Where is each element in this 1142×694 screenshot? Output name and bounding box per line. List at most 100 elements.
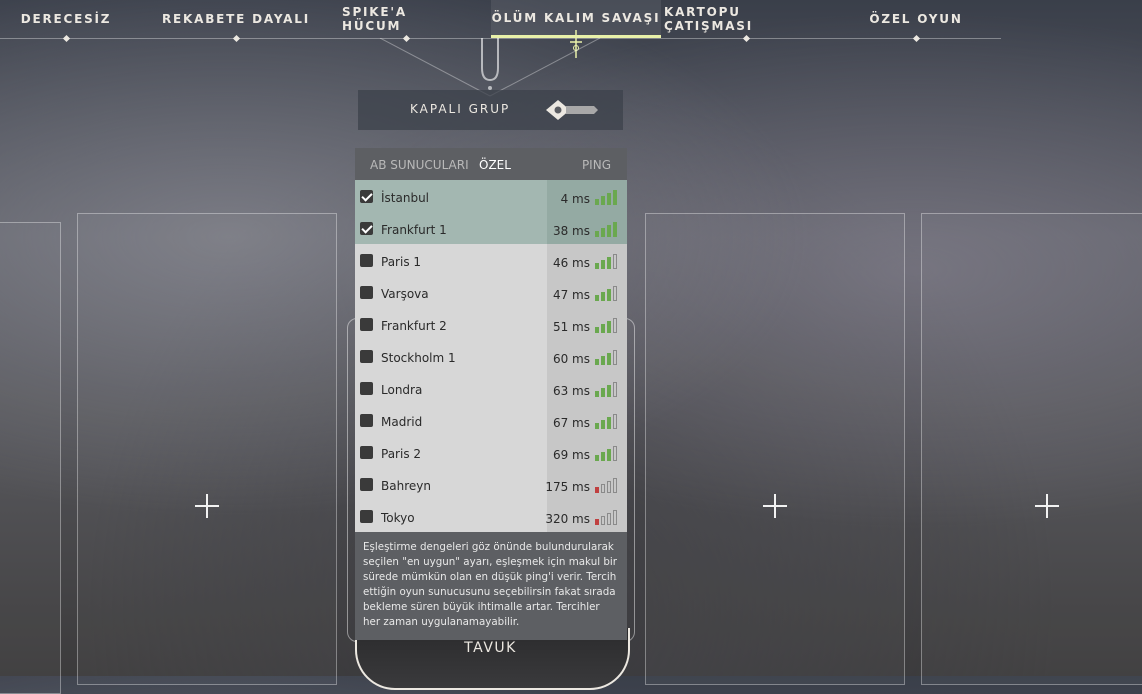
server-checkbox[interactable] (360, 286, 373, 299)
signal-bar (613, 478, 617, 493)
player-slot-1[interactable] (0, 222, 61, 694)
server-name: Bahreyn (381, 479, 431, 493)
server-row[interactable]: Paris 1 46 ms (355, 244, 627, 276)
server-row[interactable]: Madrid 67 ms (355, 404, 627, 436)
server-row[interactable]: Paris 2 69 ms (355, 436, 627, 468)
signal-bar (601, 324, 605, 333)
server-ping: 175 ms (545, 480, 590, 494)
tab-spike-rush[interactable]: SPIKE'A HÜCUM (342, 0, 470, 43)
server-checkbox[interactable] (360, 478, 373, 491)
mode-tabs: DERECESİZ REKABETE DAYALI SPIKE'A HÜCUM … (0, 0, 1001, 43)
signal-bar (607, 353, 611, 365)
signal-strength-icon (595, 317, 619, 333)
signal-bar (607, 321, 611, 333)
toggle-icon[interactable] (544, 98, 598, 122)
signal-bar (607, 385, 611, 397)
tab-unrated[interactable]: DERECESİZ (14, 0, 118, 43)
signal-strength-icon (595, 413, 619, 429)
signal-bar (613, 318, 617, 333)
tab-dot-icon (912, 34, 920, 43)
server-name: İstanbul (381, 191, 430, 205)
server-row[interactable]: Frankfurt 2 51 ms (355, 308, 627, 340)
server-row[interactable]: Bahreyn 175 ms (355, 468, 627, 500)
closed-group-label: KAPALI GRUP (410, 102, 511, 116)
server-checkbox[interactable] (360, 318, 373, 331)
server-row[interactable]: İstanbul 4 ms (355, 180, 627, 212)
tab-snowball-fight[interactable]: KARTOPU ÇATIŞMASI (664, 0, 828, 43)
signal-bar (613, 446, 617, 461)
signal-strength-icon (595, 381, 619, 397)
server-name: Madrid (381, 415, 423, 429)
server-row[interactable]: Tokyo 320 ms (355, 500, 627, 532)
ping-header: PING (581, 158, 611, 172)
signal-bar (595, 487, 599, 493)
server-checkbox[interactable] (360, 446, 373, 459)
signal-bar (595, 423, 599, 429)
server-row[interactable]: Stockholm 1 60 ms (355, 340, 627, 372)
plus-icon (763, 494, 787, 518)
server-checkbox[interactable] (360, 190, 373, 203)
server-name: Paris 2 (381, 447, 422, 461)
server-checkbox[interactable] (360, 222, 373, 235)
server-name: Londra (381, 383, 423, 397)
server-info-text: Eşleştirme dengeleri göz önünde bulundur… (355, 532, 627, 640)
plus-icon (195, 494, 219, 518)
tab-eu-servers[interactable]: AB SUNUCULARI (370, 158, 469, 172)
signal-bar (607, 481, 611, 493)
plus-icon (1035, 494, 1059, 518)
tab-dot-icon (742, 34, 750, 43)
tab-competitive[interactable]: REKABETE DAYALI (162, 0, 310, 43)
signal-bar (595, 199, 599, 205)
server-name: Tokyo (381, 511, 415, 525)
signal-strength-icon (595, 221, 619, 237)
tab-label: SPIKE'A HÜCUM (342, 5, 407, 33)
tab-label: ÖZEL OYUN (869, 12, 963, 26)
signal-bar (607, 257, 611, 269)
tab-dot-icon (62, 34, 70, 43)
signal-strength-icon (595, 509, 619, 525)
player-slot-2[interactable] (77, 213, 337, 685)
signal-bar (601, 420, 605, 429)
player-slot-4[interactable] (921, 213, 1142, 685)
signal-bar (613, 382, 617, 397)
signal-bar (613, 350, 617, 365)
signal-bar (613, 254, 617, 269)
server-ping: 60 ms (552, 352, 590, 366)
signal-bar (595, 519, 599, 525)
signal-strength-icon (595, 445, 619, 461)
signal-bar (601, 260, 605, 269)
server-row[interactable]: Londra 63 ms (355, 372, 627, 404)
signal-bar (595, 327, 599, 333)
server-name: Varşova (381, 287, 429, 301)
server-checkbox[interactable] (360, 254, 373, 267)
signal-bar (601, 228, 605, 237)
tab-custom-servers[interactable]: ÖZEL (479, 158, 511, 172)
server-list: İstanbul 4 ms Frankfurt 1 38 ms Paris 1 46 ms… (355, 180, 627, 532)
server-ping: 38 ms (552, 224, 590, 238)
signal-bar (595, 359, 599, 365)
tab-label: KARTOPU ÇATIŞMASI (664, 5, 753, 33)
signal-bar (607, 513, 611, 525)
signal-strength-icon (595, 349, 619, 365)
signal-bar (613, 510, 617, 525)
signal-strength-icon (595, 477, 619, 493)
signal-bar (601, 452, 605, 461)
signal-bar (607, 417, 611, 429)
signal-strength-icon (595, 285, 619, 301)
server-checkbox[interactable] (360, 382, 373, 395)
tab-custom-game[interactable]: ÖZEL OYUN (866, 0, 966, 43)
server-name: Paris 1 (381, 255, 422, 269)
server-checkbox[interactable] (360, 510, 373, 523)
signal-strength-icon (595, 189, 619, 205)
signal-bar (607, 449, 611, 461)
server-row[interactable]: Varşova 47 ms (355, 276, 627, 308)
server-checkbox[interactable] (360, 350, 373, 363)
signal-bar (601, 356, 605, 365)
signal-bar (601, 292, 605, 301)
server-panel-header: AB SUNUCULARI ÖZEL PING (355, 148, 627, 180)
server-row[interactable]: Frankfurt 1 38 ms (355, 212, 627, 244)
map-name: TAVUK (464, 640, 517, 656)
player-slot-3[interactable] (645, 213, 905, 685)
server-checkbox[interactable] (360, 414, 373, 427)
tab-label: REKABETE DAYALI (162, 12, 310, 26)
